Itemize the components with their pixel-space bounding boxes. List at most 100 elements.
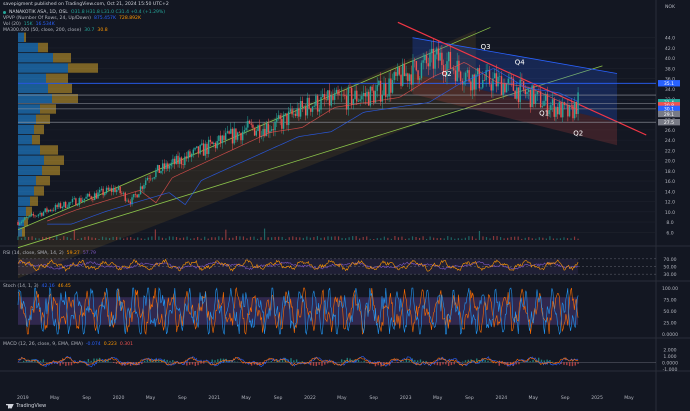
- candle-body: [528, 89, 530, 92]
- candle-body: [36, 215, 38, 217]
- macd-histogram-bar: [290, 358, 292, 363]
- candle-body: [117, 186, 120, 190]
- candle-body: [470, 81, 472, 91]
- candle-body: [439, 52, 441, 61]
- volume-bar: [542, 237, 544, 240]
- candle-body: [524, 89, 527, 95]
- price-tick-label: 6.0: [666, 230, 673, 236]
- volume-bar: [471, 236, 474, 240]
- candle-body: [369, 86, 372, 106]
- candle-body: [575, 102, 578, 115]
- volume-profile-up-bar: [18, 83, 48, 94]
- macd-histogram-bar: [445, 362, 447, 365]
- candle-body: [410, 74, 412, 85]
- volume-bar: [232, 237, 234, 240]
- candle-body: [143, 185, 145, 189]
- volume-profile-up-bar: [18, 165, 42, 176]
- macd-histogram-bar: [22, 360, 25, 363]
- candle-body: [206, 143, 208, 155]
- stoch-tick-label: 0.0000: [662, 332, 678, 338]
- candle-body: [172, 158, 174, 163]
- candle-body: [322, 94, 324, 97]
- candle-body: [236, 132, 239, 140]
- volume-bar: [221, 237, 223, 240]
- macd-histogram-bar: [357, 360, 360, 363]
- candle-body: [395, 72, 397, 76]
- candle-body: [248, 120, 251, 124]
- candle-body: [243, 130, 246, 132]
- volume-bar: [165, 238, 167, 240]
- macd-histogram-bar: [236, 361, 239, 363]
- candle-body: [499, 76, 501, 77]
- volume-bar: [556, 238, 558, 240]
- candle-body: [107, 187, 109, 190]
- candle-body: [402, 63, 404, 86]
- candle-body: [276, 118, 278, 122]
- macd-histogram-bar: [203, 362, 205, 364]
- volume-bar: [454, 238, 456, 240]
- candle-body: [556, 107, 559, 115]
- quarter-annotation-label: Q2: [573, 130, 583, 138]
- candle-body: [272, 129, 275, 131]
- macd-histogram-bar: [476, 358, 478, 363]
- candle-body: [221, 135, 223, 144]
- candle-body: [301, 100, 303, 108]
- volume-bar: [239, 236, 241, 240]
- candle-body: [429, 53, 431, 67]
- candle-body: [315, 95, 317, 106]
- trading-chart[interactable]: Q3Q4Q2Q1Q244.042.040.038.036.034.032.030…: [0, 0, 690, 411]
- candle-body: [136, 194, 138, 198]
- candle-body: [235, 128, 237, 140]
- candle-body: [427, 63, 429, 67]
- volume-bar: [126, 237, 128, 240]
- candle-body: [386, 96, 389, 98]
- volume-profile-down-bar: [53, 53, 71, 63]
- macd-tick-label: -1.000: [663, 367, 678, 373]
- volume-bar: [292, 236, 294, 240]
- candle-body: [465, 72, 467, 82]
- volume-bar: [464, 237, 466, 240]
- volume-bar: [503, 238, 505, 240]
- candle-body: [361, 96, 363, 100]
- volume-profile-up-bar: [18, 32, 24, 43]
- volume-bar: [422, 236, 424, 240]
- time-tick-label: Sep: [82, 395, 91, 401]
- volume-profile-down-bar: [36, 114, 50, 124]
- macd-histogram-bar: [518, 362, 520, 365]
- candle-body: [398, 67, 401, 75]
- volume-bar: [387, 237, 389, 240]
- candle-body: [204, 143, 206, 156]
- volume-bar: [186, 236, 188, 240]
- volume-bar: [214, 237, 216, 240]
- volume-profile-down-bar: [30, 196, 38, 206]
- macd-histogram-bar: [574, 362, 576, 366]
- macd-histogram-bar: [112, 362, 115, 363]
- stoch-tick-label: 25.00: [663, 321, 676, 327]
- time-tick-label: 2023: [400, 395, 412, 401]
- candle-body: [430, 48, 433, 54]
- volume-bar: [309, 237, 311, 240]
- volume-bar: [507, 237, 509, 240]
- tradingview-brand[interactable]: TradingView: [6, 403, 46, 409]
- volume-bar: [394, 236, 396, 240]
- candle-body: [121, 193, 123, 194]
- volume-profile-up-bar: [18, 94, 52, 104]
- candle-body: [308, 97, 310, 109]
- volume-bar: [489, 238, 491, 240]
- legend-stoch-v2: 46.45: [57, 284, 71, 289]
- candle-body: [274, 121, 276, 131]
- volume-bar: [73, 229, 75, 240]
- candle-body: [109, 188, 111, 190]
- candle-body: [75, 198, 77, 206]
- candle-body: [189, 151, 191, 158]
- candle-body: [257, 125, 259, 131]
- volume-bar: [288, 237, 290, 240]
- time-tick-label: Sep: [274, 395, 283, 401]
- candle-body: [356, 90, 358, 102]
- candle-body: [332, 95, 334, 100]
- macd-histogram-bar: [312, 362, 315, 366]
- volume-bar: [260, 237, 262, 240]
- volume-bar: [105, 237, 107, 240]
- volume-bar: [528, 237, 530, 240]
- candle-body: [453, 68, 455, 71]
